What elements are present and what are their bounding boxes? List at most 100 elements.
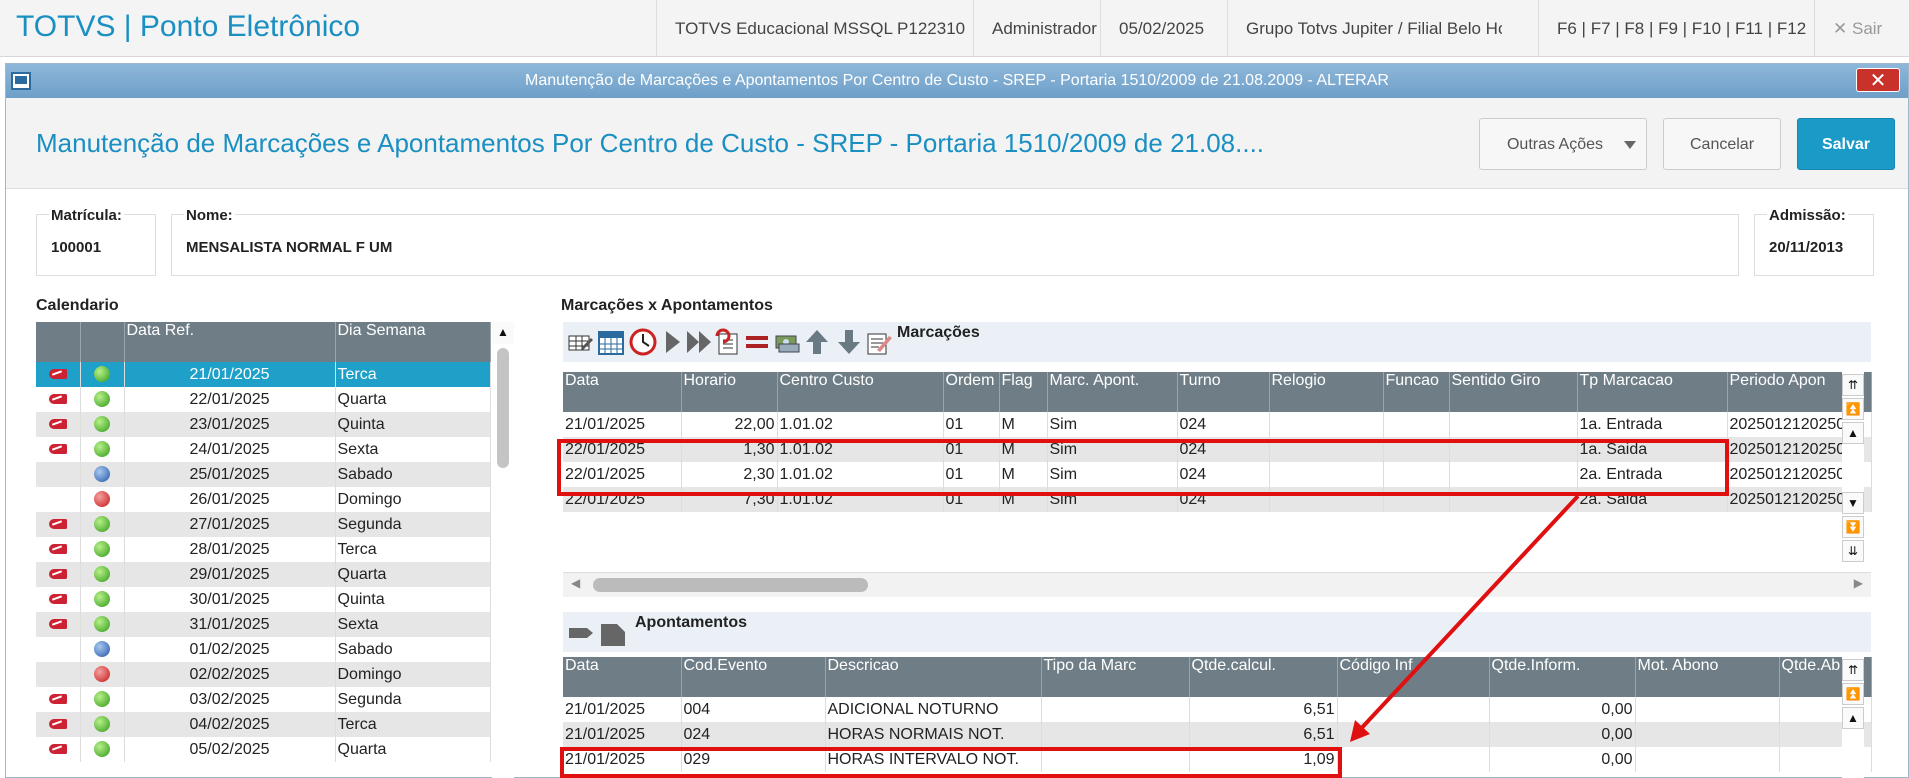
scroll-up-icon[interactable]: ▲: [492, 322, 514, 344]
calendar-date: 01/02/2025: [124, 637, 336, 662]
nome-value: MENSALISTA NORMAL F UM: [186, 239, 393, 256]
calendar-row[interactable]: 03/02/2025 Segunda: [36, 687, 491, 712]
marcacoes-cell: 1.01.02: [777, 412, 944, 437]
arrow-up-icon[interactable]: [803, 328, 831, 356]
arrow-down-icon[interactable]: [835, 328, 863, 356]
topbar-branch[interactable]: Grupo Totvs Jupiter / Filial Belo Hor: [1227, 0, 1502, 56]
apontamentos-col-header[interactable]: Descricao: [825, 657, 1042, 697]
scroll-down-icon[interactable]: ▼: [1842, 492, 1864, 514]
calendar-date: 26/01/2025: [124, 487, 336, 512]
topbar-environment[interactable]: TOTVS Educacional MSSQL P122310: [656, 0, 973, 56]
calendar-row[interactable]: 25/01/2025 Sabado: [36, 462, 491, 487]
shoe-icon: [48, 369, 67, 380]
apontamentos-col-header[interactable]: Qtde.calcul.: [1189, 657, 1338, 697]
scroll-first-icon[interactable]: ⇈: [1842, 374, 1864, 396]
apontamentos-col-header[interactable]: Código Inf.: [1337, 657, 1490, 697]
calendar-col-status[interactable]: [80, 322, 125, 362]
topbar-user[interactable]: Administrador: [973, 0, 1100, 56]
calendar-row[interactable]: 05/02/2025 Quarta: [36, 737, 491, 762]
marcacoes-hscroll-thumb[interactable]: [593, 578, 868, 592]
status-blue-icon: [94, 466, 110, 483]
calendar-row[interactable]: 22/01/2025 Quarta: [36, 387, 491, 412]
marcacoes-row[interactable]: 21/01/2025 22,00 1.01.02 01 M Sim 024 1a. Entra…: [563, 412, 1872, 437]
calendar-row[interactable]: 26/01/2025 Domingo: [36, 487, 491, 512]
status-green-icon: [94, 441, 110, 458]
marcacoes-col-header[interactable]: Sentido Giro: [1449, 372, 1578, 412]
apontamentos-col-header[interactable]: Tipo da Marc: [1041, 657, 1190, 697]
other-actions-button[interactable]: Outras Ações: [1479, 118, 1647, 170]
tag-icon[interactable]: [567, 618, 595, 646]
fast-forward-icon[interactable]: [685, 328, 713, 356]
marcacoes-col-header[interactable]: Horario: [681, 372, 778, 412]
shoe-icon: [48, 394, 67, 405]
calendar-day: Sexta: [335, 437, 491, 462]
scroll-page-down-icon[interactable]: ⏬: [1842, 516, 1864, 538]
apontamentos-col-header[interactable]: Mot. Abono: [1635, 657, 1780, 697]
apontamentos-cell: [1337, 747, 1490, 772]
calendar-row[interactable]: 30/01/2025 Quinta: [36, 587, 491, 612]
calendar-row[interactable]: 29/01/2025 Quarta: [36, 562, 491, 587]
topbar-shortcuts[interactable]: F6 | F7 | F8 | F9 | F10 | F11 | F12: [1538, 0, 1814, 56]
marcacoes-col-header[interactable]: Turno: [1177, 372, 1270, 412]
calendar-day: Terca: [335, 537, 491, 562]
calendar-row[interactable]: 02/02/2025 Domingo: [36, 662, 491, 687]
scroll-right-icon[interactable]: ▶: [1854, 576, 1863, 590]
apontamentos-vscroll[interactable]: ⇈ ⏫ ▲: [1842, 657, 1864, 778]
apontamentos-col-header[interactable]: Data: [563, 657, 682, 697]
calendar-row[interactable]: 21/01/2025 Terca: [36, 362, 491, 387]
cancel-button[interactable]: Cancelar: [1663, 118, 1781, 170]
logout-button[interactable]: ✕ Sair: [1814, 0, 1909, 56]
marcacoes-hscroll[interactable]: ◀ ▶: [563, 572, 1871, 597]
page-title: Manutenção de Marcações e Apontamentos P…: [36, 128, 1265, 158]
window-close-button[interactable]: ✕: [1856, 68, 1900, 92]
save-button[interactable]: Salvar: [1797, 118, 1895, 170]
calendar-row[interactable]: 24/01/2025 Sexta: [36, 437, 491, 462]
scroll-last-icon[interactable]: ⇊: [1842, 540, 1864, 562]
other-actions-label: Outras Ações: [1506, 136, 1604, 153]
document-icon[interactable]: [599, 618, 627, 646]
calendar-row[interactable]: 01/02/2025 Sabado: [36, 637, 491, 662]
calendar-row[interactable]: 23/01/2025 Quinta: [36, 412, 491, 437]
calendar-row[interactable]: 28/01/2025 Terca: [36, 537, 491, 562]
marcacoes-col-header[interactable]: Funcao: [1383, 372, 1450, 412]
calendar-scrollbar[interactable]: ▲: [492, 322, 514, 778]
matricula-label: Matrícula:: [49, 207, 124, 224]
marcacoes-col-header[interactable]: Flag: [999, 372, 1048, 412]
calendar-row[interactable]: 27/01/2025 Segunda: [36, 512, 491, 537]
money-icon[interactable]: [773, 328, 801, 356]
apontamentos-col-header[interactable]: Qtde.Inform.: [1489, 657, 1636, 697]
apontamentos-row[interactable]: 21/01/2025 024 HORAS NORMAIS NOT. 6,51 0,00: [563, 722, 1872, 747]
edit-grid-icon[interactable]: [567, 328, 595, 356]
marcacoes-col-header[interactable]: Tp Marcacao: [1577, 372, 1728, 412]
marcacoes-col-header[interactable]: Data: [563, 372, 682, 412]
marcacoes-col-header[interactable]: Centro Custo: [777, 372, 944, 412]
calendar-icon[interactable]: [597, 328, 625, 356]
marcacoes-col-header[interactable]: Marc. Apont.: [1047, 372, 1178, 412]
undo-document-icon[interactable]: [713, 328, 741, 356]
calendar-scroll-thumb[interactable]: [497, 348, 509, 468]
marcacoes-vscroll[interactable]: ⇈ ⏫ ▲ ▼ ⏬ ⇊: [1842, 372, 1864, 562]
apontamentos-cell: 21/01/2025: [563, 722, 682, 747]
calendar-row[interactable]: 31/01/2025 Sexta: [36, 612, 491, 637]
scroll-left-icon[interactable]: ◀: [571, 576, 580, 590]
equals-icon[interactable]: [743, 328, 771, 356]
marcacoes-col-header[interactable]: Relogio: [1269, 372, 1384, 412]
calendar-row[interactable]: 04/02/2025 Terca: [36, 712, 491, 737]
calendar-col-date[interactable]: Data Ref.: [124, 322, 336, 362]
scroll-up-icon[interactable]: ▲: [1842, 707, 1864, 729]
apontamentos-col-header[interactable]: Cod.Evento: [681, 657, 826, 697]
edit-document-icon[interactable]: [865, 328, 893, 356]
topbar-date[interactable]: 05/02/2025: [1100, 0, 1227, 56]
calendar-col-day[interactable]: Dia Semana: [335, 322, 491, 362]
scroll-page-up-icon[interactable]: ⏫: [1842, 683, 1864, 705]
apontamentos-cell: [1635, 722, 1780, 747]
clock-icon[interactable]: [629, 328, 657, 356]
play-icon[interactable]: [659, 328, 687, 356]
scroll-first-icon[interactable]: ⇈: [1842, 659, 1864, 681]
scroll-up-icon[interactable]: ▲: [1842, 422, 1864, 444]
calendar-col-flag[interactable]: [36, 322, 81, 362]
apontamentos-row[interactable]: 21/01/2025 004 ADICIONAL NOTURNO 6,51 0,00: [563, 697, 1872, 722]
scroll-page-up-icon[interactable]: ⏫: [1842, 398, 1864, 420]
page-header: Manutenção de Marcações e Apontamentos P…: [6, 98, 1908, 189]
marcacoes-col-header[interactable]: Ordem: [943, 372, 1000, 412]
